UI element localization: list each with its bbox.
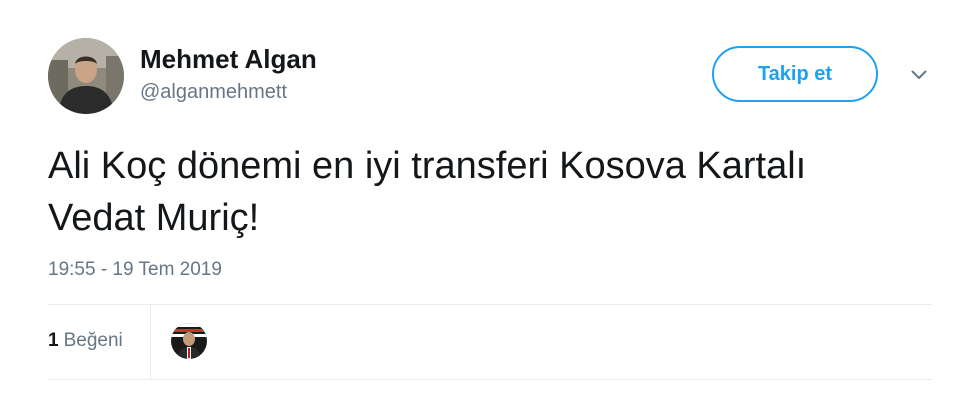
liker-avatar[interactable] xyxy=(171,323,207,359)
user-photo-icon xyxy=(48,38,124,114)
user-avatar[interactable] xyxy=(48,38,124,114)
likes-label: Beğeni xyxy=(63,330,123,351)
tweet-menu-button[interactable] xyxy=(906,64,932,86)
chevron-down-icon xyxy=(911,70,927,79)
likes-stat[interactable]: 1 Beğeni xyxy=(48,330,123,352)
follow-button[interactable]: Takip et xyxy=(712,46,878,102)
tweet-text: Ali Koç dönemi en iyi transferi Kosova K… xyxy=(48,145,807,239)
tweet-timestamp[interactable]: 19:55 - 19 Tem 2019 xyxy=(48,259,222,281)
divider-top xyxy=(48,304,932,305)
stats-vertical-divider xyxy=(150,305,151,379)
divider-bottom xyxy=(48,379,932,380)
display-name[interactable]: Mehmet Algan xyxy=(140,44,317,75)
tweet-card: Mehmet Algan @alganmehmett Takip et Ali … xyxy=(0,0,980,400)
user-handle[interactable]: @alganmehmett xyxy=(140,81,287,104)
user-photo-icon xyxy=(171,323,207,359)
likes-count: 1 xyxy=(48,330,59,351)
